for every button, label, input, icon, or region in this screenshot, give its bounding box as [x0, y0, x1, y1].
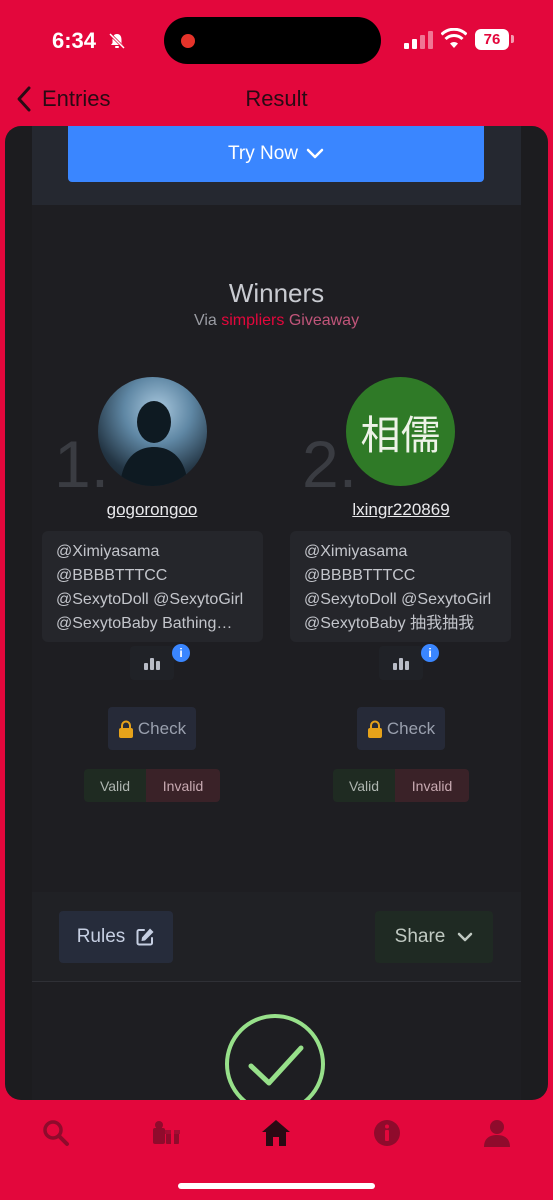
via-line: Via simpliers Giveaway [32, 312, 521, 330]
bell-muted-icon [108, 32, 126, 50]
winner-comment: @Ximiyasama @BBBBTTTCC @SexytoDoll @Sexy… [290, 531, 511, 642]
winner-username[interactable]: lxingr220869 [321, 500, 481, 520]
brand-name: simpliers [221, 312, 285, 329]
invalid-button[interactable]: Invalid [395, 769, 469, 802]
rules-label: Rules [76, 926, 126, 947]
comment-line: @SexytoBaby 抽我抽我 [304, 615, 475, 632]
lock-icon [118, 720, 133, 738]
valid-button[interactable]: Valid [84, 769, 146, 802]
home-icon[interactable] [261, 1118, 291, 1148]
silhouette-icon [120, 401, 188, 486]
validity-toggle: Valid Invalid [84, 769, 220, 802]
stats-button[interactable] [130, 646, 174, 680]
comment-line: @BBBBTTTCC [56, 567, 168, 584]
home-indicator[interactable] [178, 1183, 375, 1189]
bar-chart-icon [144, 658, 160, 670]
bar-chart-icon [393, 658, 409, 670]
promo-band: Try Now [32, 126, 521, 205]
invalid-button[interactable]: Invalid [146, 769, 220, 802]
result-panel: Try Now Winners Via simpliers Giveaway 1… [32, 126, 521, 1100]
rules-button[interactable]: Rules [59, 911, 173, 963]
check-label: Check [386, 718, 436, 738]
check-button[interactable]: Check [357, 707, 445, 750]
comment-line: @BBBBTTTCC [304, 567, 416, 584]
recording-indicator-icon [181, 34, 195, 48]
profile-icon[interactable] [482, 1118, 512, 1148]
try-now-button[interactable]: Try Now [68, 126, 484, 182]
page-title: Result [245, 86, 308, 111]
comment-line: @SexytoDoll @SexytoGirl [56, 591, 244, 608]
comment-line: @Ximiyasama [304, 543, 408, 560]
valid-button[interactable]: Valid [333, 769, 395, 802]
avatar[interactable]: 相儒 [346, 377, 455, 486]
search-icon[interactable] [41, 1118, 71, 1148]
check-label: Check [137, 718, 187, 738]
comment-line: @SexytoDoll @SexytoGirl [304, 591, 492, 608]
info-badge-icon[interactable]: i [421, 644, 439, 662]
status-time: 6:34 [52, 28, 97, 53]
battery-tip [511, 35, 514, 43]
info-badge-icon[interactable]: i [172, 644, 190, 662]
cellular-signal-icon [404, 31, 433, 49]
gifts-icon[interactable] [151, 1118, 181, 1148]
stats-button[interactable] [379, 646, 423, 680]
comment-line: @SexytoBaby Bathing… [56, 615, 233, 632]
battery-level: 76 [475, 29, 509, 50]
share-label: Share [394, 926, 446, 947]
divider [32, 981, 521, 982]
via-prefix: Via [193, 312, 217, 329]
winner-comment: @Ximiyasama @BBBBTTTCC @SexytoDoll @Sexy… [42, 531, 263, 642]
edit-icon [136, 928, 154, 946]
lock-icon [367, 720, 382, 738]
check-button[interactable]: Check [108, 707, 196, 750]
winner-username[interactable]: gogorongoo [72, 500, 232, 520]
comment-line: @Ximiyasama [56, 543, 160, 560]
info-icon[interactable] [372, 1118, 402, 1148]
avatar[interactable] [98, 377, 207, 486]
try-now-label: Try Now [227, 143, 299, 164]
chevron-down-icon [458, 932, 473, 941]
status-bar: 6:34 76 [0, 0, 553, 80]
result-card: Try Now Winners Via simpliers Giveaway 1… [5, 126, 548, 1100]
success-check-icon [225, 1014, 325, 1100]
checkmark-icon [248, 1045, 304, 1086]
chevron-down-icon [306, 148, 324, 159]
share-button[interactable]: Share [375, 911, 493, 963]
giveaway-label: Giveaway [288, 312, 360, 329]
dynamic-island [164, 17, 381, 64]
winners-heading: Winners [228, 278, 325, 308]
wifi-icon [441, 28, 467, 48]
bottom-tab-bar [0, 1108, 553, 1158]
validity-toggle: Valid Invalid [333, 769, 469, 802]
